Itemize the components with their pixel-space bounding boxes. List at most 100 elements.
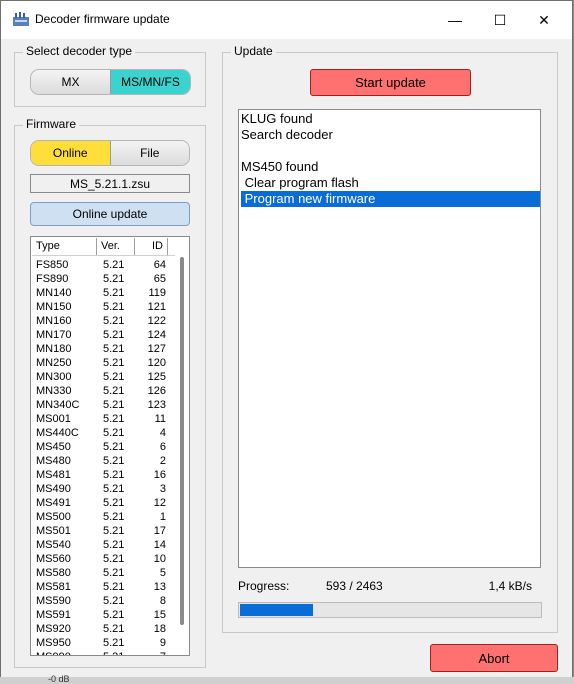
decoder-list[interactable]: Type Ver. ID FS850 5.21 64 FS890 5.21 65 MN140…	[30, 236, 190, 656]
update-log[interactable]: KLUG found Search decoder MS450 found Clea…	[238, 109, 541, 568]
decoder-id-cell: 6	[159, 441, 166, 453]
decoder-row[interactable]: MN330 5.21 126	[32, 384, 175, 398]
decoder-id-cell: 119	[148, 287, 166, 299]
decoder-type-cell: FS850	[36, 259, 69, 271]
decoder-row[interactable]: MS450 5.21 6	[32, 440, 175, 454]
decoder-row[interactable]: MN170 5.21 124	[32, 328, 175, 342]
update-label: Update	[231, 44, 276, 58]
decoder-type-cell: MS440C	[36, 427, 79, 439]
decoder-version-cell: 5.21	[103, 399, 125, 411]
decoder-id-cell: 64	[153, 259, 166, 271]
maximize-icon: ☐	[493, 11, 507, 28]
decoder-row[interactable]: MS580 5.21 5	[32, 566, 175, 580]
decoder-row[interactable]: MS501 5.21 17	[32, 524, 175, 538]
title-bar: Decoder firmware update — ☐ ✕	[1, 1, 572, 39]
decoder-row[interactable]: MS480 5.21 2	[32, 454, 175, 468]
decoder-row[interactable]: MN180 5.21 127	[32, 342, 175, 356]
decoder-type-cell: MS500	[36, 511, 71, 523]
decoder-type-cell: MS920	[36, 623, 71, 635]
decoder-type-selector: MX MS/MN/FS	[30, 69, 191, 95]
maximize-button[interactable]: ☐	[477, 1, 523, 39]
decoder-type-cell: MS501	[36, 525, 71, 537]
online-update-button[interactable]: Online update	[30, 202, 190, 226]
column-id[interactable]: ID	[135, 238, 168, 255]
decoder-row[interactable]: MS581 5.21 13	[32, 580, 175, 594]
decoder-type-cell: MS990	[32, 650, 97, 655]
decoder-row[interactable]: MN250 5.21 120	[32, 356, 175, 370]
start-update-button[interactable]: Start update	[310, 69, 471, 96]
firmware-filename: MS_5.21.1.zsu	[30, 174, 190, 193]
log-line[interactable]: Clear program flash	[241, 175, 540, 191]
abort-button[interactable]: Abort	[430, 644, 558, 672]
decoder-type-ms-mn-fs[interactable]: MS/MN/FS	[110, 70, 190, 94]
log-line[interactable]: MS450 found	[241, 159, 540, 175]
close-button[interactable]: ✕	[521, 1, 567, 39]
firmware-label: Firmware	[23, 117, 79, 131]
decoder-id-cell: 16	[153, 469, 166, 481]
decoder-id-cell: 126	[147, 385, 166, 397]
decoder-type-label: Select decoder type	[23, 44, 136, 58]
decoder-id-cell: 2	[159, 455, 166, 467]
decoder-version-cell: 5.21	[103, 511, 125, 523]
decoder-type-mx[interactable]: MX	[31, 70, 110, 94]
decoder-type-cell: MS581	[36, 581, 71, 593]
decoder-id-cell: 13	[153, 581, 166, 593]
column-type[interactable]: Type	[32, 238, 97, 255]
decoder-id-cell: 5	[159, 567, 166, 579]
decoder-version-cell: 5.21	[103, 413, 125, 425]
decoder-id-cell: 8	[159, 595, 166, 607]
decoder-row[interactable]: MS001 5.21 11	[32, 412, 175, 426]
decoder-version-cell: 5.21	[103, 315, 125, 327]
decoder-row[interactable]: MS590 5.21 8	[32, 594, 175, 608]
log-line[interactable]: Search decoder	[241, 127, 540, 143]
decoder-row[interactable]: MN160 5.21 122	[32, 314, 175, 328]
decoder-row[interactable]: FS850 5.21 64	[32, 258, 175, 272]
log-line[interactable]	[241, 143, 540, 159]
scrollbar-thumb[interactable]	[180, 257, 184, 625]
decoder-row[interactable]: MS560 5.21 10	[32, 552, 175, 566]
decoder-version-cell: 5.21	[103, 497, 125, 509]
decoder-row[interactable]: MS440C 5.21 4	[32, 426, 175, 440]
decoder-row[interactable]: MN340C 5.21 123	[32, 398, 175, 412]
decoder-version-cell: 5.21	[103, 357, 125, 369]
window-title: Decoder firmware update	[35, 12, 170, 26]
decoder-row[interactable]: MN300 5.21 125	[32, 370, 175, 384]
decoder-id-cell: 120	[147, 357, 166, 369]
log-line[interactable]: KLUG found	[241, 111, 540, 127]
decoder-version-cell: 5.21	[103, 301, 125, 313]
decoder-row[interactable]: MS920 5.21 18	[32, 622, 175, 636]
decoder-list-scrollbar[interactable]	[177, 257, 187, 655]
source-file[interactable]: File	[110, 141, 189, 165]
log-line[interactable]: Program new firmware	[241, 191, 540, 207]
decoder-row[interactable]: MS540 5.21 14	[32, 538, 175, 552]
decoder-version-cell: 5.21	[103, 539, 125, 551]
decoder-row[interactable]: MS950 5.21 9	[32, 636, 175, 650]
decoder-row[interactable]: FS890 5.21 65	[32, 272, 175, 286]
firmware-update-window: Decoder firmware update — ☐ ✕ Select dec…	[0, 0, 573, 678]
decoder-id-cell: 15	[153, 609, 166, 621]
decoder-version-cell: 5.21	[103, 385, 125, 397]
decoder-type-cell: MS480	[36, 455, 71, 467]
minimize-button[interactable]: —	[432, 1, 478, 39]
decoder-version-cell: 5.21	[103, 525, 125, 537]
source-online[interactable]: Online	[31, 141, 111, 165]
decoder-row[interactable]: MS491 5.21 12	[32, 496, 175, 510]
decoder-version-cell: 5.21	[103, 609, 125, 621]
decoder-id-cell: 12	[153, 497, 166, 509]
decoder-version-cell: 5.21	[103, 371, 125, 383]
decoder-type-cell: MN160	[36, 315, 72, 327]
decoder-row[interactable]: MS9905.217	[32, 650, 175, 655]
decoder-id-cell: 14	[153, 539, 166, 551]
decoder-row[interactable]: MS490 5.21 3	[32, 482, 175, 496]
decoder-type-cell: MS580	[36, 567, 71, 579]
firmware-source-selector: Online File	[30, 140, 190, 166]
decoder-type-cell: MS001	[36, 413, 71, 425]
decoder-version-cell: 5.21	[97, 650, 135, 655]
decoder-row[interactable]: MN140 5.21 119	[32, 286, 175, 300]
decoder-row[interactable]: MS591 5.21 15	[32, 608, 175, 622]
column-version[interactable]: Ver.	[97, 238, 135, 255]
decoder-id-cell: 122	[147, 315, 166, 327]
decoder-row[interactable]: MS481 5.21 16	[32, 468, 175, 482]
decoder-row[interactable]: MS500 5.21 1	[32, 510, 175, 524]
decoder-row[interactable]: MN150 5.21 121	[32, 300, 175, 314]
